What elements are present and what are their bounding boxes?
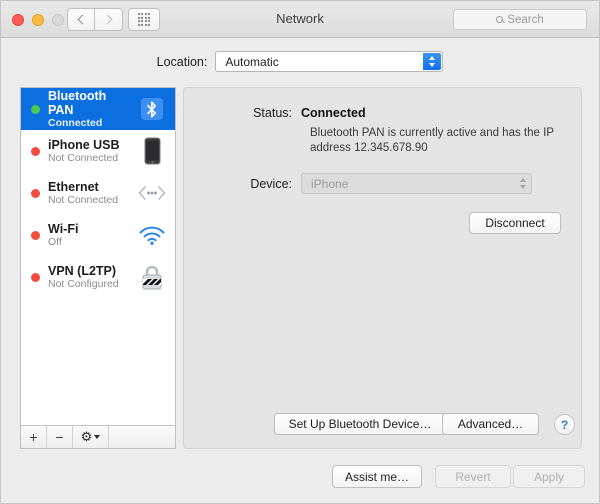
stepper-arrows-icon [423,53,442,70]
sidebar-item-text: Wi-Fi Off [48,222,135,249]
service-detail-panel: Status: Connected Bluetooth PAN is curre… [183,87,582,449]
advanced-button[interactable]: Advanced… [442,413,539,435]
gear-icon: ⚙ [80,429,93,444]
sidebar-item-status: Not Connected [48,151,119,164]
status-indicator-dot [31,188,40,198]
sidebar-item-icon [135,136,169,166]
sidebar-item-text: Bluetooth PAN Connected [48,89,135,130]
sidebar-item-icon [135,262,169,292]
window-bottom-bar: Assist me… Revert Apply [1,451,599,503]
search-placeholder: Search [507,13,544,26]
sidebar-item-label: VPN (L2TP) [48,263,117,278]
sidebar-item-text: iPhone USB Not Connected [48,138,135,165]
window-titlebar: Network Search [1,1,599,38]
sidebar-item-icon [135,178,169,208]
status-indicator-dot [31,104,40,114]
status-value: Connected [301,106,366,120]
search-input[interactable]: Search [453,9,587,30]
status-description: Bluetooth PAN is currently active and ha… [310,127,554,154]
sidebar-item-ethernet[interactable]: Ethernet Not Connected [21,172,175,214]
location-label: Location: [156,54,208,69]
sidebar-item-icon [135,94,169,124]
assist-me-button[interactable]: Assist me… [332,465,422,488]
sidebar-item-status: Not Connected [48,193,119,206]
sidebar-item-bluetooth-pan[interactable]: Bluetooth PAN Connected [21,88,175,130]
wifi-icon [139,226,165,245]
sidebar-item-vpn-l2tp[interactable]: VPN (L2TP) Not Configured [21,256,175,298]
revert-button: Revert [435,465,511,488]
sidebar-item-wi-fi[interactable]: Wi-Fi Off [21,214,175,256]
location-select[interactable]: Automatic [215,51,444,72]
network-services-sidebar: Bluetooth PAN Connected iPhone USB Not Conn… [20,87,176,449]
iphone-icon [144,137,160,165]
network-services-list: Bluetooth PAN Connected iPhone USB Not Conn… [21,88,175,426]
stepper-arrows-icon [520,174,526,193]
device-select[interactable]: iPhone [301,173,532,194]
device-label: Device: [250,176,292,191]
sidebar-item-status: Off [48,235,62,248]
device-value: iPhone [311,176,349,191]
chevron-down-icon [94,435,101,439]
sidebar-item-text: VPN (L2TP) Not Configured [48,264,135,291]
sidebar-item-label: Bluetooth PAN [48,88,107,117]
sidebar-item-status: Connected [48,116,103,129]
sidebar-item-status: Not Configured [48,277,119,290]
location-row: Location: Automatic [1,51,599,72]
device-row: Device: iPhone [184,173,581,194]
sidebar-item-iphone-usb[interactable]: iPhone USB Not Connected [21,130,175,172]
set-up-bluetooth-device-button[interactable]: Set Up Bluetooth Device… [274,413,446,435]
sidebar-item-text: Ethernet Not Connected [48,180,135,207]
status-row: Status: Connected [184,106,581,120]
status-indicator-dot [31,230,40,240]
sidebar-item-label: iPhone USB [48,137,120,152]
sidebar-footer-spacer [109,426,175,448]
status-indicator-dot [31,146,40,156]
vpn-lock-icon [142,265,162,290]
status-indicator-dot [31,272,40,282]
network-preferences-window: Network Search Location: Automatic Bluet… [0,0,600,504]
remove-service-button[interactable]: − [47,426,73,448]
search-icon [496,16,504,23]
apply-button: Apply [513,465,585,488]
sidebar-footer-toolbar: + − ⚙ [21,425,175,448]
service-actions-menu-button[interactable]: ⚙ [73,426,109,448]
bluetooth-icon [141,98,163,120]
ethernet-icon [138,186,166,200]
sidebar-item-icon [135,220,169,250]
help-button[interactable]: ? [554,414,575,435]
add-service-button[interactable]: + [21,426,47,448]
disconnect-button[interactable]: Disconnect [469,212,561,234]
location-value: Automatic [225,54,279,69]
sidebar-item-label: Ethernet [48,179,99,194]
status-label: Status: [253,106,292,120]
sidebar-item-label: Wi-Fi [48,221,79,236]
